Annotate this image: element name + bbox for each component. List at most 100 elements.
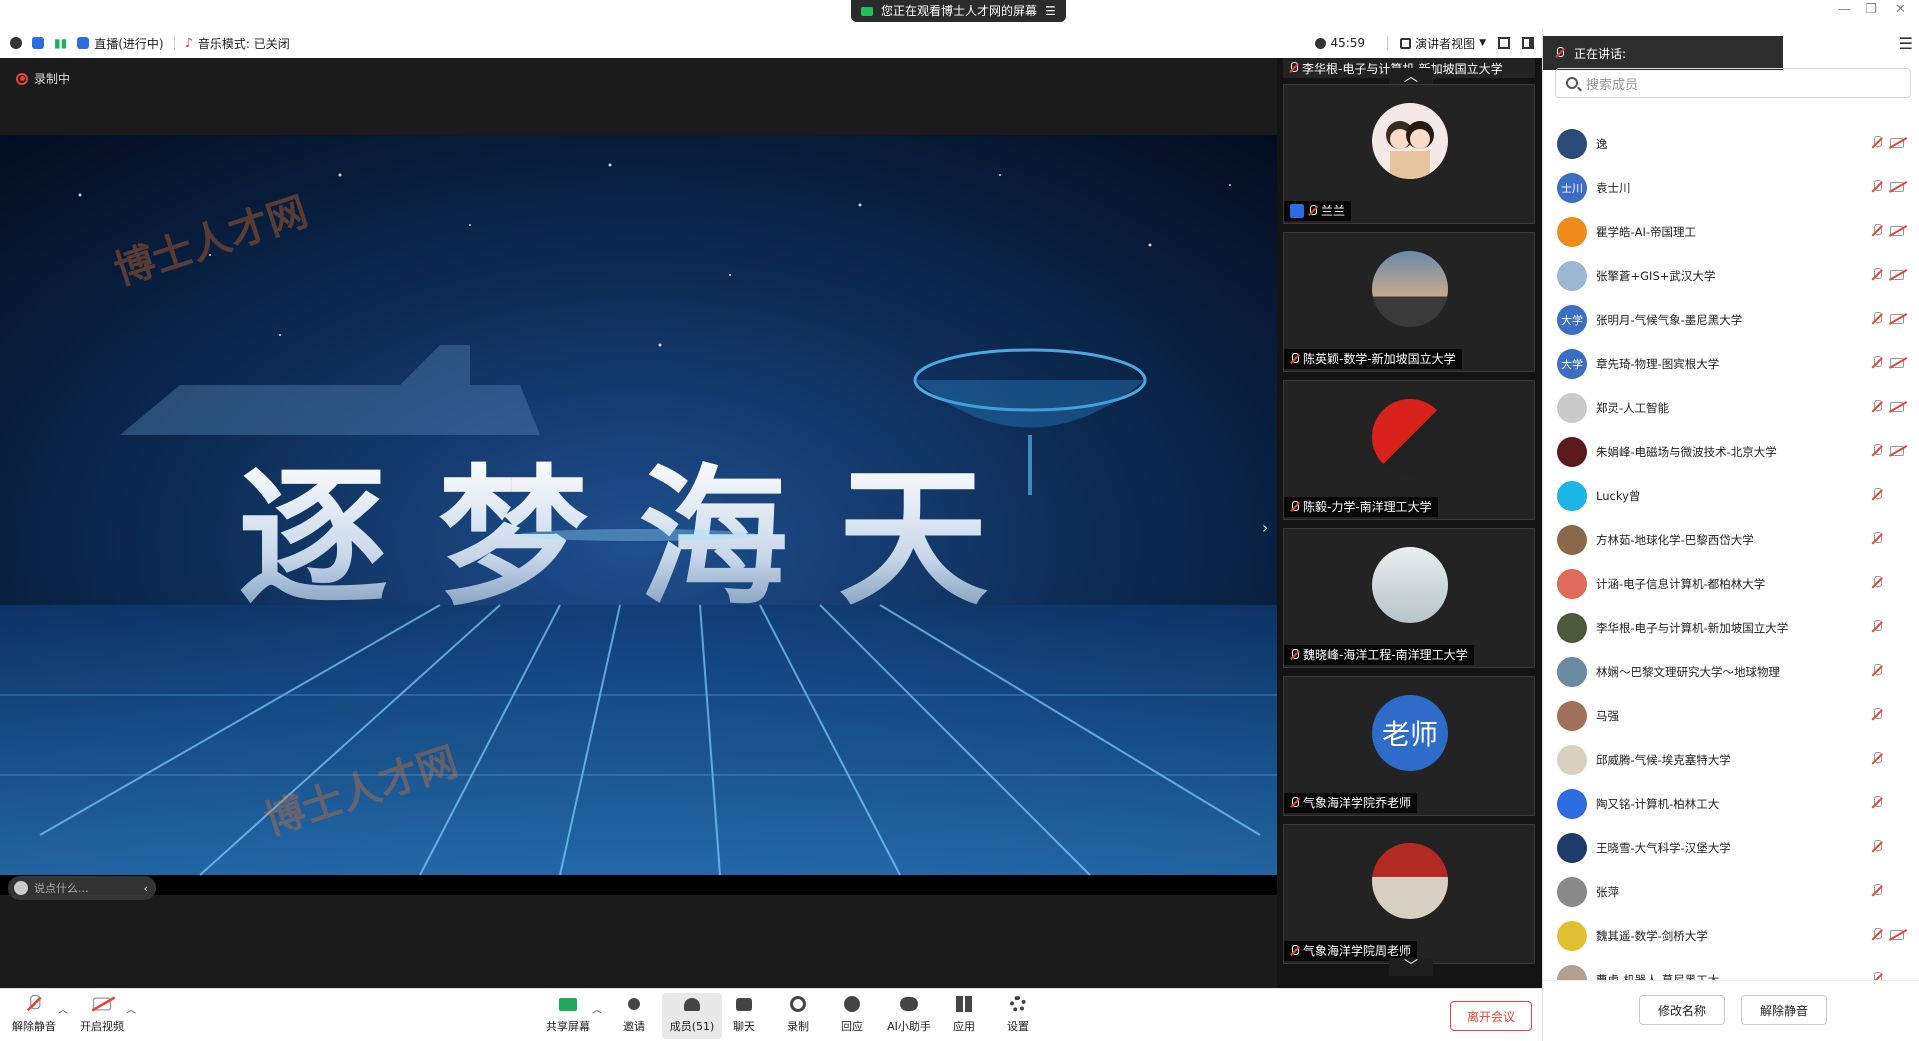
mic-off-icon[interactable] xyxy=(1872,532,1882,546)
status-right-group: 45:59 演讲者视图 ▼ xyxy=(1315,28,1542,58)
member-row[interactable]: 魏其遥-数学-剑桥大学 xyxy=(1543,914,1919,958)
rename-button[interactable]: 修改名称 xyxy=(1639,995,1725,1025)
member-row[interactable]: 张萍 xyxy=(1543,870,1919,914)
mic-off-icon[interactable] xyxy=(1872,180,1882,194)
member-row[interactable]: 瞿学皓-AI-帝国理工 xyxy=(1543,210,1919,254)
mic-off-icon[interactable] xyxy=(1872,444,1882,458)
share-screen-button[interactable]: 共享屏幕 xyxy=(540,993,596,1039)
mic-off-icon[interactable] xyxy=(1872,884,1882,898)
mic-off-icon[interactable] xyxy=(1872,488,1882,502)
mic-off-icon[interactable] xyxy=(1872,840,1882,854)
audio-options-caret-icon[interactable]: ︿ xyxy=(58,1001,68,1016)
mic-off-icon[interactable] xyxy=(1872,576,1882,590)
video-tile[interactable]: 老师 气象海洋学院乔老师 xyxy=(1283,676,1535,816)
member-row[interactable]: 逸 xyxy=(1543,122,1919,166)
camera-off-icon[interactable] xyxy=(1890,446,1904,456)
chat-quick-input[interactable]: 说点什么... ‹ xyxy=(8,876,156,900)
unmute-self-button[interactable]: 解除静音 xyxy=(1741,995,1827,1025)
tile-name-label: 兰兰 xyxy=(1284,201,1352,221)
video-tile[interactable]: 陈毅-力学-南洋理工大学 xyxy=(1283,380,1535,520)
camera-off-icon[interactable] xyxy=(1890,270,1904,280)
invite-button[interactable]: 邀请 xyxy=(606,993,662,1039)
member-row[interactable]: 郑灵-人工智能 xyxy=(1543,386,1919,430)
member-row[interactable]: 大学 章先琦-物理-图宾根大学 xyxy=(1543,342,1919,386)
mic-off-icon[interactable] xyxy=(1872,796,1882,810)
fullscreen-icon[interactable] xyxy=(1498,37,1510,49)
member-row[interactable]: 马强 xyxy=(1543,694,1919,738)
mic-off-icon[interactable] xyxy=(1872,312,1882,326)
member-row[interactable]: 陶又铭-计算机-柏林工大 xyxy=(1543,782,1919,826)
mic-off-icon[interactable] xyxy=(1872,708,1882,722)
tile-name: 陈毅-力学-南洋理工大学 xyxy=(1303,500,1432,514)
mic-off-icon[interactable] xyxy=(1872,136,1882,150)
camera-off-icon[interactable] xyxy=(1890,402,1904,412)
expand-thumbnails-arrow-icon[interactable]: › xyxy=(1262,518,1268,537)
sidebar-toggle-icon[interactable] xyxy=(1522,37,1534,49)
close-button[interactable]: ✕ xyxy=(1895,2,1906,17)
video-tile[interactable]: 陈英颖-数学-新加坡国立大学 xyxy=(1283,232,1535,372)
member-row[interactable]: 计涵-电子信息计算机-都柏林大学 xyxy=(1543,562,1919,606)
unmute-button[interactable]: 解除静音 xyxy=(6,993,62,1039)
members-button[interactable]: 成员(51) xyxy=(662,993,722,1039)
camera-off-icon[interactable] xyxy=(1890,314,1904,324)
share-screen-label: 共享屏幕 xyxy=(546,1020,590,1033)
member-search-input[interactable]: 搜索成员 xyxy=(1555,68,1911,98)
music-mode-status[interactable]: ♪ 音乐模式: 已关闭 xyxy=(185,35,290,52)
settings-button[interactable]: 设置 xyxy=(990,993,1046,1039)
collapse-chevron-icon[interactable]: ‹ xyxy=(144,882,148,895)
member-name: 袁士川 xyxy=(1596,181,1631,195)
mic-off-icon[interactable] xyxy=(1872,620,1882,634)
video-options-caret-icon[interactable]: ︿ xyxy=(126,1001,136,1016)
panel-menu-icon[interactable]: ☰ xyxy=(1899,34,1913,53)
member-row[interactable]: 朱娟峰-电磁场与微波技术-北京大学 xyxy=(1543,430,1919,474)
maximize-button[interactable]: ❐ xyxy=(1865,2,1877,17)
mic-off-icon[interactable] xyxy=(1872,268,1882,282)
leave-meeting-button[interactable]: 离开会议 xyxy=(1450,1001,1532,1031)
record-button[interactable]: 录制 xyxy=(770,993,826,1039)
camera-off-icon[interactable] xyxy=(1890,226,1904,236)
mic-off-icon[interactable] xyxy=(1872,752,1882,766)
scroll-down-button[interactable]: ﹀ xyxy=(1389,958,1433,976)
security-button[interactable] xyxy=(32,37,44,49)
video-tile[interactable]: 魏晓峰-海洋工程-南洋理工大学 xyxy=(1283,528,1535,668)
camera-off-icon[interactable] xyxy=(1890,930,1904,940)
recording-indicator[interactable]: 录制中 xyxy=(16,70,70,87)
share-menu-icon[interactable]: ☰ xyxy=(1045,0,1056,22)
mic-off-icon[interactable] xyxy=(1872,224,1882,238)
video-tile[interactable]: 兰兰 xyxy=(1283,84,1535,224)
member-row[interactable]: 士川 袁士川 xyxy=(1543,166,1919,210)
view-mode-text: 演讲者视图 xyxy=(1415,36,1476,51)
network-button[interactable]: ▮▮ xyxy=(54,36,67,50)
camera-off-icon[interactable] xyxy=(1890,182,1904,192)
mic-off-icon[interactable] xyxy=(1872,664,1882,678)
live-status[interactable]: 直播(进行中) xyxy=(77,35,164,52)
start-video-button[interactable]: 开启视频 xyxy=(74,993,130,1039)
view-mode-dropdown[interactable]: 演讲者视图 ▼ xyxy=(1400,35,1486,52)
minimize-button[interactable]: — xyxy=(1838,2,1851,17)
screen-share-banner[interactable]: 您正在观看博士人才网的屏幕 ☰ xyxy=(851,0,1066,22)
member-row[interactable]: 王晓雪-大气科学-汉堡大学 xyxy=(1543,826,1919,870)
member-row[interactable]: 李华根-电子与计算机-新加坡国立大学 xyxy=(1543,606,1919,650)
ai-assistant-button[interactable]: AI小助手 xyxy=(878,993,940,1039)
mic-off-icon[interactable] xyxy=(1872,356,1882,370)
member-row[interactable]: 方林茹-地球化学-巴黎西岱大学 xyxy=(1543,518,1919,562)
member-row[interactable]: 大学 张明月-气候气象-墨尼黑大学 xyxy=(1543,298,1919,342)
reactions-button[interactable]: 回应 xyxy=(824,993,880,1039)
info-button[interactable] xyxy=(10,37,22,49)
share-options-caret-icon[interactable]: ︿ xyxy=(592,1001,602,1016)
member-row[interactable]: 张擎蒼+GIS+武汉大学 xyxy=(1543,254,1919,298)
camera-off-icon[interactable] xyxy=(1890,358,1904,368)
chat-button[interactable]: 聊天 xyxy=(716,993,772,1039)
mic-off-icon[interactable] xyxy=(1872,928,1882,942)
member-row[interactable]: Lucky曾 xyxy=(1543,474,1919,518)
camera-off-icon[interactable] xyxy=(1890,138,1904,148)
apps-button[interactable]: 应用 xyxy=(936,993,992,1039)
shared-video[interactable]: 逐梦海天 博士人才网 博士人才网 xyxy=(0,135,1277,895)
emoji-icon[interactable] xyxy=(14,881,28,895)
avatar xyxy=(1557,217,1587,247)
member-row[interactable]: 邱威腾-气候-埃克塞特大学 xyxy=(1543,738,1919,782)
avatar xyxy=(1557,261,1587,291)
video-tile[interactable]: 气象海洋学院周老师 xyxy=(1283,824,1535,964)
mic-off-icon[interactable] xyxy=(1872,400,1882,414)
member-row[interactable]: 林娴～巴黎文理研究大学～地球物理 xyxy=(1543,650,1919,694)
